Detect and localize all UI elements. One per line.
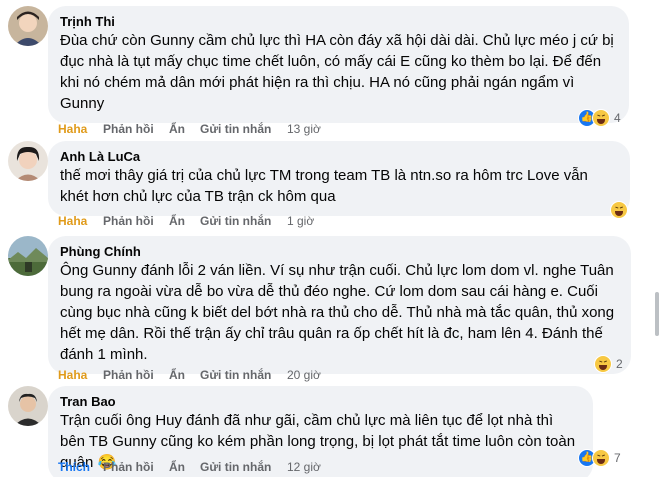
reaction-summary[interactable]: 👍 4 [578, 108, 621, 128]
comment-actions: Haha Phản hồi Ẩn Gửi tin nhắn 1 giờ [58, 213, 358, 229]
send-message-button[interactable]: Gửi tin nhắn [200, 213, 271, 229]
comment-author[interactable]: Trịnh Thi [60, 14, 617, 30]
hide-button[interactable]: Ẩn [169, 459, 185, 475]
hide-button[interactable]: Ẩn [169, 121, 185, 137]
reply-button[interactable]: Phản hồi [103, 459, 154, 475]
comment-bubble: Anh Là LuCa thế mơi thây giá trị của chủ… [48, 141, 630, 216]
comment-item: Phùng Chính Ông Gunny đánh lỗi 2 ván liề… [0, 236, 660, 382]
haha-icon [592, 109, 610, 127]
haha-icon [610, 201, 628, 219]
reaction-button[interactable]: Haha [58, 213, 87, 229]
reply-button[interactable]: Phản hồi [103, 367, 154, 383]
comment-time[interactable]: 12 giờ [287, 459, 321, 475]
hide-button[interactable]: Ẩn [169, 367, 185, 383]
reaction-summary[interactable]: 👍 7 [578, 448, 621, 468]
comment-time[interactable]: 20 giờ [287, 367, 321, 383]
comment-time[interactable]: 13 giờ [287, 121, 321, 137]
comment-text: Ông Gunny đánh lỗi 2 ván liền. Ví sụ như… [60, 262, 615, 363]
avatar-image [8, 141, 48, 181]
scrollbar-thumb[interactable] [655, 292, 659, 336]
reaction-summary[interactable]: 2 [594, 354, 623, 374]
comment-author[interactable]: Phùng Chính [60, 244, 619, 260]
avatar-image [8, 386, 48, 426]
avatar-image [8, 6, 48, 46]
like-button[interactable]: Thích [58, 459, 90, 475]
comment-text: thế mơi thây giá trị của chủ lực TM tron… [60, 167, 588, 205]
reaction-button[interactable]: Haha [58, 121, 87, 137]
comment-actions: Thích Phản hồi Ẩn Gửi tin nhắn 12 giờ [58, 459, 358, 475]
reaction-count: 7 [614, 451, 621, 465]
send-message-button[interactable]: Gửi tin nhắn [200, 121, 271, 137]
send-message-button[interactable]: Gửi tin nhắn [200, 367, 271, 383]
haha-icon [594, 355, 612, 373]
comment-item: Trịnh Thi Đùa chứ còn Gunny cầm chủ lực … [0, 0, 660, 140]
comment-actions: Haha Phản hồi Ẩn Gửi tin nhắn 20 giờ [58, 367, 358, 383]
comment-time[interactable]: 1 giờ [287, 213, 314, 229]
comment-author[interactable]: Tran Bao [60, 394, 581, 410]
comment-actions: Haha Phản hồi Ẩn Gửi tin nhắn 13 giờ [58, 121, 358, 137]
avatar[interactable] [8, 6, 48, 46]
comment-bubble: Phùng Chính Ông Gunny đánh lỗi 2 ván liề… [48, 236, 631, 374]
avatar-image [8, 236, 48, 276]
comment-item: Tran Bao Trận cuối ông Huy đánh đã như g… [0, 382, 660, 477]
comment-bubble: Trịnh Thi Đùa chứ còn Gunny cầm chủ lực … [48, 6, 629, 123]
comment-item: Anh Là LuCa thế mơi thây giá trị của chủ… [0, 140, 660, 236]
reaction-count: 4 [614, 111, 621, 125]
hide-button[interactable]: Ẩn [169, 213, 185, 229]
reply-button[interactable]: Phản hồi [103, 213, 154, 229]
reaction-button[interactable]: Haha [58, 367, 87, 383]
avatar[interactable] [8, 236, 48, 276]
reply-button[interactable]: Phản hồi [103, 121, 154, 137]
haha-icon [592, 449, 610, 467]
avatar[interactable] [8, 141, 48, 181]
comment-text: Đùa chứ còn Gunny cầm chủ lực thì HA còn… [60, 32, 614, 112]
reaction-summary[interactable] [610, 200, 632, 220]
comment-author[interactable]: Anh Là LuCa [60, 149, 618, 165]
reaction-count: 2 [616, 357, 623, 371]
avatar[interactable] [8, 386, 48, 426]
scrollbar[interactable] [652, 0, 660, 477]
send-message-button[interactable]: Gửi tin nhắn [200, 459, 271, 475]
